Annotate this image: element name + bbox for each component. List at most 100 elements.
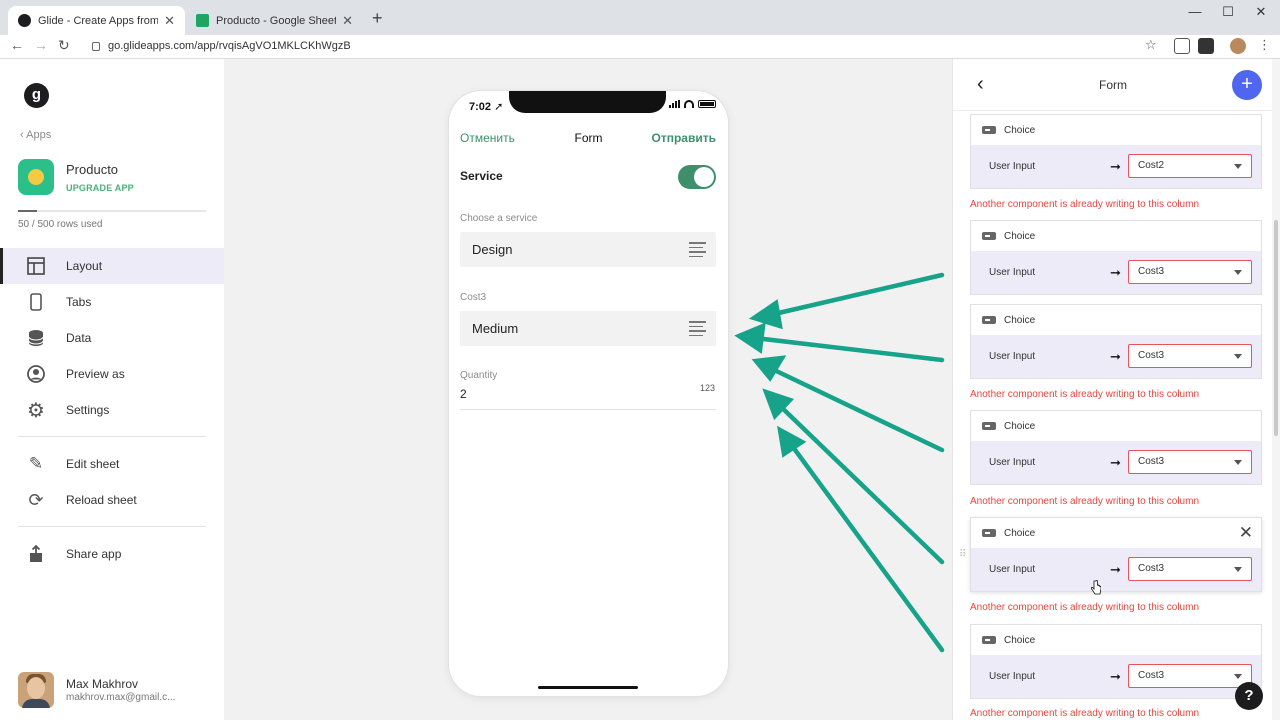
close-icon[interactable]: ✕ [1239, 523, 1253, 543]
sidebar-item-label: Share app [66, 547, 122, 561]
service-choice-value: Design [472, 242, 513, 257]
sidebar-item-layout[interactable]: Layout [0, 248, 224, 284]
kebab-menu-icon[interactable]: ⋮ [1258, 37, 1271, 53]
extension-icon[interactable] [1174, 38, 1190, 54]
close-tab-icon[interactable]: ✕ [164, 13, 175, 29]
lock-icon [92, 41, 100, 51]
glide-logo[interactable]: g [24, 83, 49, 108]
bookmark-star-icon[interactable]: ☆ [1145, 37, 1157, 53]
close-tab-icon[interactable]: ✕ [342, 13, 353, 29]
cost3-choice-dropdown[interactable]: Medium [460, 311, 716, 346]
column-select[interactable]: Cost3 [1128, 344, 1252, 368]
sidebar-item-share-app[interactable]: Share app [0, 536, 224, 572]
divider [18, 526, 206, 527]
sidebar: g ‹ Apps Producto UPGRADE APP 50 / 500 r… [0, 59, 224, 720]
cost3-label: Cost3 [460, 292, 487, 303]
user-input-label: User Input [989, 267, 1036, 278]
phone-preview: 7:02 ➚ Отменить Form Отправить Service C… [449, 91, 728, 696]
column-select-value: Cost3 [1138, 456, 1165, 467]
card-binding-row: User Input ➞ Cost3 [971, 548, 1261, 591]
column-select[interactable]: Cost3 [1128, 664, 1252, 688]
form-submit-button[interactable]: Отправить [652, 131, 716, 145]
card-type: Choice [1004, 314, 1036, 326]
choice-icon [982, 529, 996, 537]
user-input-label: User Input [989, 351, 1036, 362]
arrow-right-icon: ➞ [1110, 669, 1121, 684]
quantity-underline [460, 409, 716, 410]
back-apps-label: Apps [26, 129, 52, 141]
upgrade-app-link[interactable]: UPGRADE APP [66, 183, 134, 193]
caret-down-icon [1234, 164, 1242, 169]
numeric-keyboard-hint: 123 [699, 383, 715, 393]
minimize-icon[interactable]: — [1185, 4, 1205, 19]
back-icon[interactable]: ← [10, 37, 24, 53]
choice-component-card[interactable]: Choice User Input ➞ Cost3 [970, 304, 1262, 379]
column-select[interactable]: Cost2 [1128, 154, 1252, 178]
reload-icon[interactable]: ↻ [58, 37, 70, 54]
browser-tab-glide[interactable]: Glide - Create Apps from Google ✕ [8, 6, 185, 35]
drag-handle-icon[interactable]: ⠿ [959, 549, 966, 560]
sheets-favicon-icon [196, 14, 209, 27]
avatar[interactable] [18, 672, 54, 708]
browser-tab-sheets[interactable]: Producto - Google Sheets ✕ [186, 6, 363, 35]
battery-icon [698, 100, 716, 108]
tab-title: Producto - Google Sheets [216, 14, 337, 27]
maximize-icon[interactable]: ☐ [1218, 4, 1238, 20]
card-binding-row: User Input ➞ Cost3 [971, 441, 1261, 484]
form-cancel-button[interactable]: Отменить [460, 131, 515, 145]
sidebar-item-tabs[interactable]: Tabs [0, 284, 224, 320]
database-icon [26, 328, 46, 348]
sidebar-item-label: Edit sheet [66, 457, 120, 471]
arrow-right-icon: ➞ [1110, 159, 1121, 174]
forward-icon[interactable]: → [34, 37, 48, 53]
card-binding-row: User Input ➞ Cost3 [971, 335, 1261, 378]
home-indicator [538, 686, 638, 689]
service-choice-dropdown[interactable]: Design [460, 232, 716, 267]
browser-tabstrip: Glide - Create Apps from Google ✕ Produc… [0, 0, 1280, 35]
status-icons [669, 100, 716, 108]
card-type: Choice [1004, 124, 1036, 136]
user-name: Max Makhrov [66, 677, 139, 691]
sidebar-item-edit-sheet[interactable]: ✎ Edit sheet [0, 446, 224, 482]
caret-down-icon [1234, 270, 1242, 275]
close-window-icon[interactable]: ✕ [1251, 4, 1271, 20]
choice-component-card[interactable]: Choice User Input ➞ Cost2 [970, 114, 1262, 189]
card-type: Choice [1004, 230, 1036, 242]
help-button[interactable]: ? [1235, 682, 1263, 710]
address-bar[interactable]: go.glideapps.com/app/rvqisAgVO1MKLCKhWgz… [84, 36, 1166, 56]
arrow-right-icon: ➞ [1110, 562, 1121, 577]
app-name: Producto [66, 162, 119, 177]
add-component-button[interactable]: + [1232, 70, 1262, 100]
sidebar-item-data[interactable]: Data [0, 320, 224, 356]
column-select[interactable]: Cost3 [1128, 260, 1252, 284]
column-select[interactable]: Cost3 [1128, 450, 1252, 474]
scrollbar-thumb[interactable] [1274, 220, 1278, 436]
choice-component-card[interactable]: Choice User Input ➞ Cost3 [970, 410, 1262, 485]
sidebar-item-reload-sheet[interactable]: ⟳ Reload sheet [0, 482, 224, 518]
rows-usage-bar [18, 210, 206, 212]
sidebar-item-label: Tabs [66, 295, 92, 309]
arrow-right-icon: ➞ [1110, 265, 1121, 280]
card-header: Choice ✕ [971, 518, 1261, 548]
card-type: Choice [1004, 527, 1036, 539]
sidebar-item-settings[interactable]: ⚙ Settings [0, 392, 224, 428]
column-select[interactable]: Cost3 [1128, 557, 1252, 581]
share-icon [26, 544, 46, 564]
profile-avatar-icon[interactable] [1230, 38, 1246, 54]
sidebar-item-preview-as[interactable]: Preview as [0, 356, 224, 392]
choice-component-card[interactable]: Choice ✕ User Input ➞ Cost3 [970, 517, 1262, 592]
card-header: Choice [971, 625, 1261, 655]
new-tab-icon[interactable]: + [372, 8, 383, 29]
back-to-apps-link[interactable]: ‹ Apps [20, 129, 51, 141]
caret-down-icon [1234, 354, 1242, 359]
choice-component-card[interactable]: Choice User Input ➞ Cost3 [970, 220, 1262, 295]
card-type: Choice [1004, 420, 1036, 432]
service-toggle[interactable] [678, 165, 716, 189]
app-icon [18, 159, 54, 195]
extension-icon[interactable] [1198, 38, 1214, 54]
quantity-input[interactable]: 2 [460, 387, 467, 401]
column-select-value: Cost3 [1138, 266, 1165, 277]
glide-favicon-icon [18, 14, 31, 27]
choice-component-card[interactable]: Choice User Input ➞ Cost3 [970, 624, 1262, 699]
user-input-label: User Input [989, 564, 1036, 575]
